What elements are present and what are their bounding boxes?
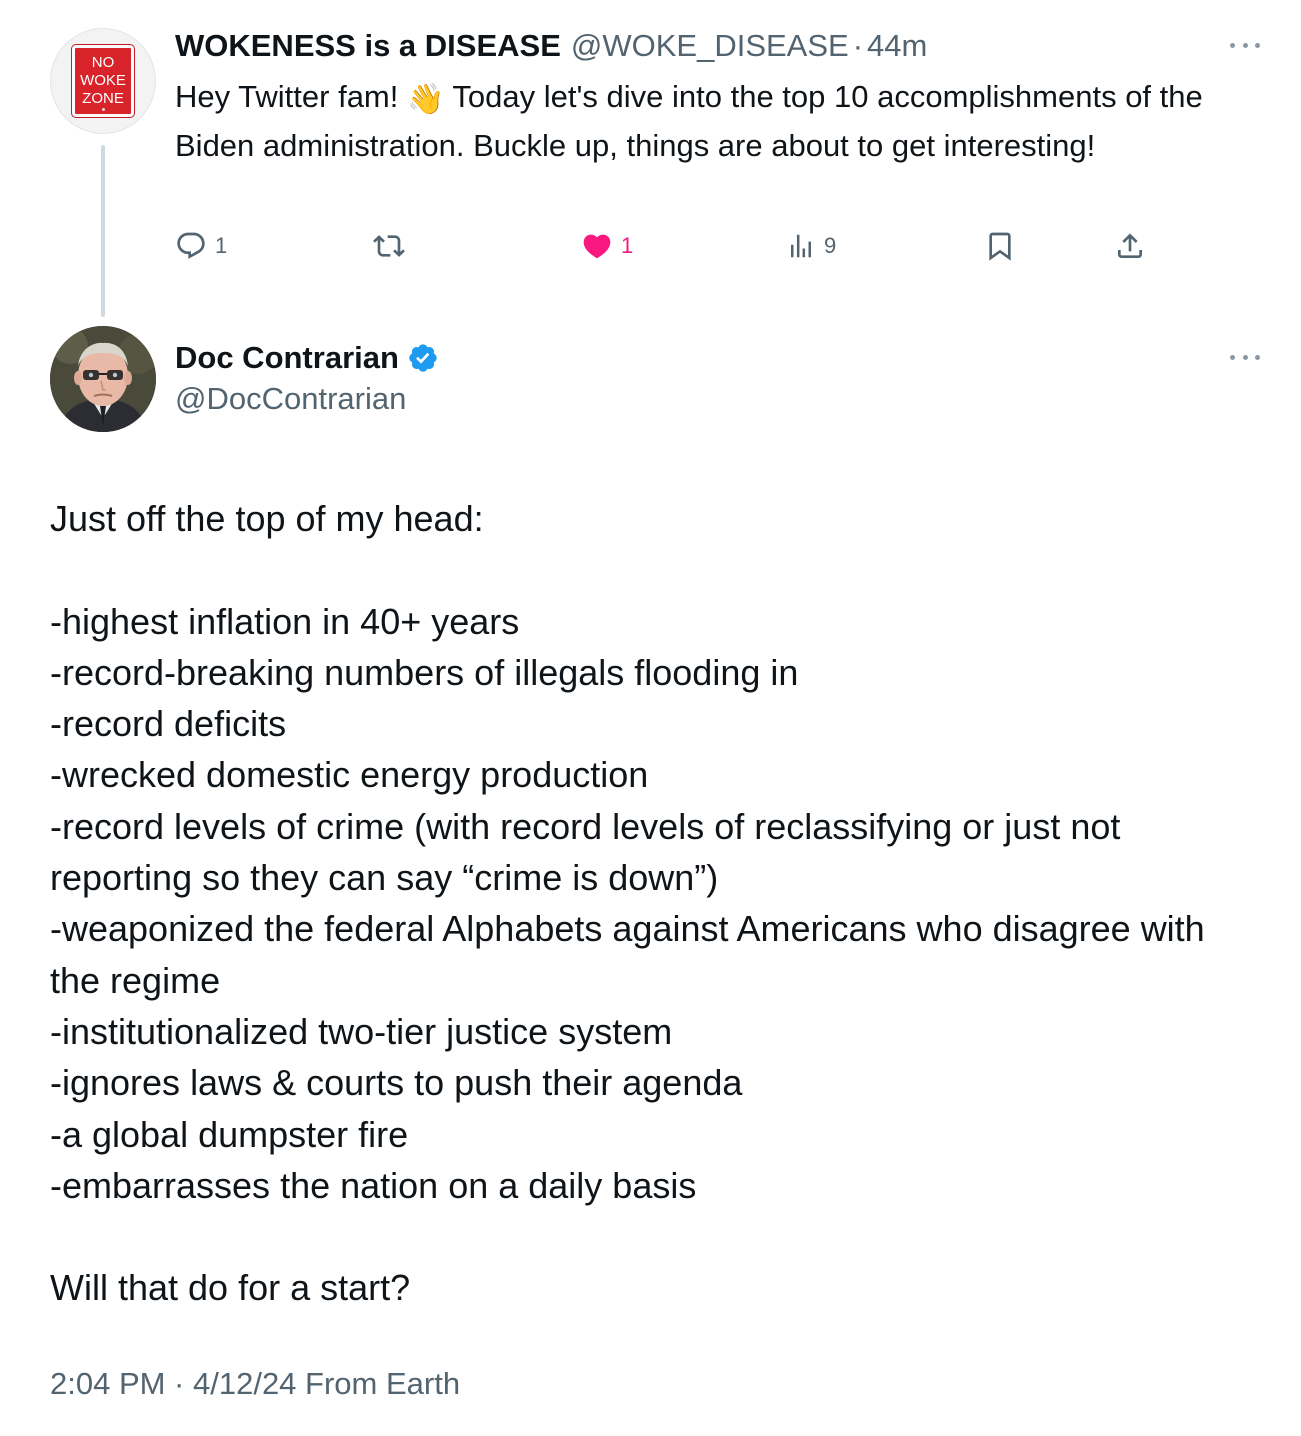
reply-button[interactable]: 1 [175, 226, 227, 266]
verified-badge-icon[interactable] [407, 342, 439, 374]
bookmark-button[interactable] [984, 226, 1016, 266]
parent-author-handle[interactable]: @WOKE_DISEASE [571, 28, 849, 64]
parent-author-name[interactable]: WOKENESS is a DISEASE [175, 28, 561, 64]
reply-count: 1 [215, 233, 228, 258]
main-tweet-text: Just off the top of my head: -highest in… [50, 498, 1205, 1309]
main-author-handle[interactable]: @DocContrarian [175, 381, 406, 417]
parent-tweet-actions: 1 1 9 [175, 226, 1175, 266]
like-button[interactable]: 1 [581, 226, 633, 266]
more-icon[interactable] [1225, 347, 1265, 367]
views-icon [791, 234, 811, 258]
like-count: 1 [621, 233, 634, 258]
heart-icon [583, 234, 611, 259]
doc-contrarian-avatar[interactable] [50, 326, 156, 432]
waving-hand-emoji: 👋 [407, 83, 445, 116]
parent-tweet[interactable]: NO WOKE ZONE WOKENESS is a DISEASE @WOKE… [0, 0, 1301, 320]
more-icon[interactable] [1225, 35, 1265, 55]
parent-tweet-text: Hey Twitter fam! 👋 Today let's dive into… [175, 79, 1203, 163]
tweet-timestamp-meta[interactable]: 2:04 PM · 4/12/24 From Earth [50, 1366, 460, 1402]
reply-icon [177, 232, 205, 259]
parent-tweet-time[interactable]: 44m [867, 28, 927, 64]
main-author-name-row: Doc Contrarian [175, 338, 439, 378]
share-icon [1118, 233, 1142, 258]
parent-tweet-header: WOKENESS is a DISEASE @WOKE_DISEASE · 44… [175, 26, 927, 66]
header-separator: · [852, 28, 864, 63]
woke-disease-avatar[interactable]: NO WOKE ZONE [50, 28, 156, 134]
view-count: 9 [824, 233, 837, 258]
views-button[interactable]: 9 [786, 226, 836, 266]
share-button[interactable] [1114, 226, 1146, 266]
retweet-button[interactable] [373, 226, 413, 266]
bookmark-icon [989, 232, 1011, 261]
man-portrait-image [50, 326, 156, 432]
thread-connector-line [101, 145, 105, 317]
retweet-icon [373, 235, 405, 257]
no-woke-zone-sign: NO WOKE ZONE [71, 44, 135, 118]
main-author-name[interactable]: Doc Contrarian [175, 340, 399, 376]
